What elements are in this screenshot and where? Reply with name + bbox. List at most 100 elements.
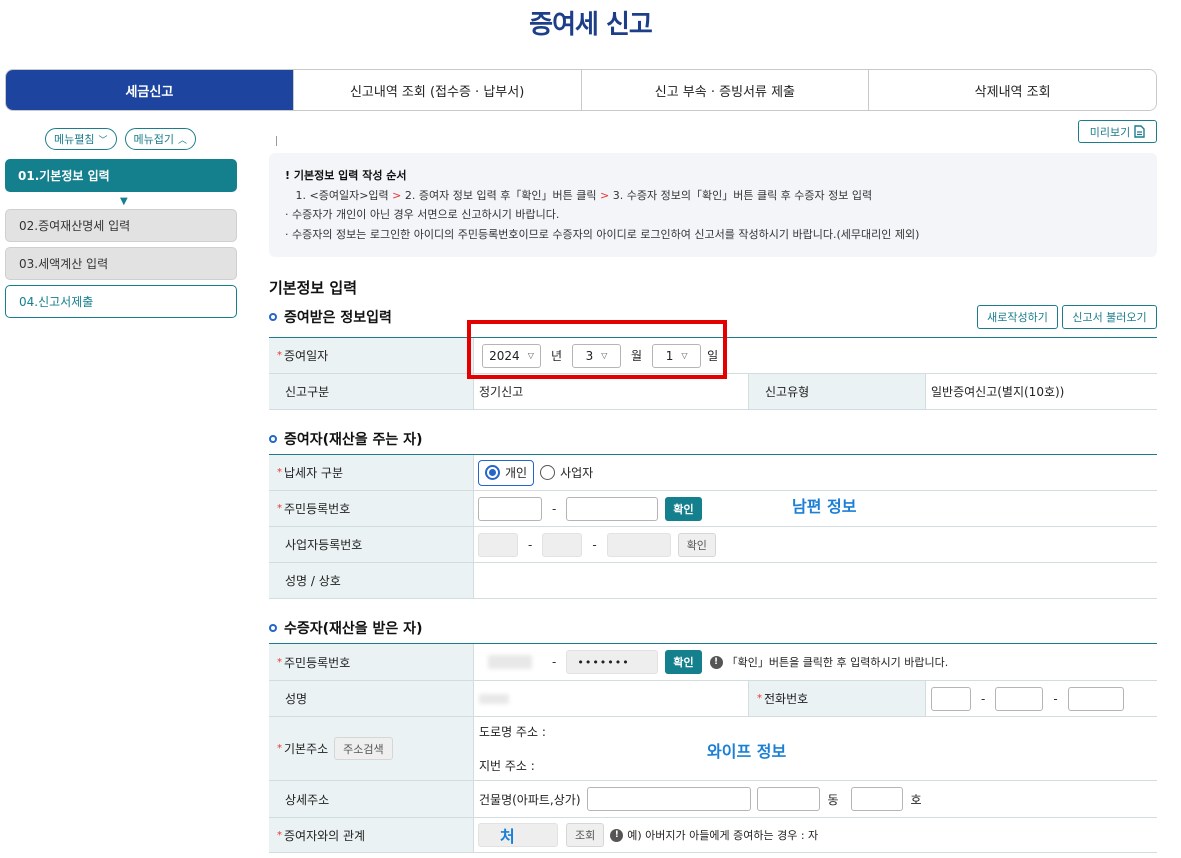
table-row: * 주민등록번호 - 확인: [269, 491, 1157, 527]
dash: -: [552, 501, 557, 516]
address-cell: 도로명 주소 : 지번 주소 :: [474, 717, 1157, 780]
taxpayer-type-cell: 개인 사업자: [474, 455, 1157, 490]
ho-unit: 호: [910, 792, 922, 807]
dong-unit: 동: [827, 792, 839, 807]
sidebar-item-tax-calc[interactable]: 03.세액계산 입력: [5, 247, 237, 280]
report-type-label: 신고구분: [269, 374, 474, 409]
donee-rrn-label: * 주민등록번호: [269, 644, 474, 680]
sidebar-item-gift-property[interactable]: 02.증여재산명세 입력: [5, 209, 237, 242]
menu-toggle-group: 메뉴펼침 ﹀ 메뉴접기 ︿: [45, 128, 196, 150]
table-row: 신고구분 정기신고 신고유형 일반증여신고(별지(10호)): [269, 374, 1157, 410]
gift-date-label: * 증여일자: [269, 338, 474, 373]
donor-name-value: [474, 563, 1157, 598]
confirm-hint: 「확인」버튼을 클릭한 후 입력하시기 바랍니다.: [726, 656, 949, 669]
notice-title: ! 기본정보 입력 작성 순서: [285, 169, 407, 182]
donor-confirm-button[interactable]: 확인: [665, 496, 702, 521]
donee-confirm-button[interactable]: 확인: [665, 650, 702, 674]
road-address-label: 도로명 주소 :: [479, 725, 546, 739]
bullet-icon: [269, 313, 277, 321]
sidebar-item-basic-info[interactable]: 01.기본정보 입력: [5, 159, 237, 192]
load-report-button[interactable]: 신고서 불러오기: [1062, 305, 1157, 329]
phone-label: * 전화번호: [749, 681, 926, 716]
info-icon: !: [610, 828, 624, 842]
donor-heading: 증여자(재산을 주는 자): [269, 429, 422, 449]
step-arrow-icon: ▼: [120, 196, 128, 207]
report-kind-label: 신고유형: [749, 374, 926, 409]
preview-button[interactable]: 미리보기: [1078, 120, 1157, 143]
redacted-value: [488, 655, 532, 669]
dash: -: [1053, 691, 1058, 706]
table-row: 성명 / 상호: [269, 563, 1157, 599]
dash: -: [552, 655, 557, 669]
phone-input-2[interactable]: [995, 686, 1044, 711]
report-type-value: 정기신고: [474, 374, 749, 409]
donor-rrn-back-input[interactable]: [566, 496, 659, 521]
label-text: 증여자와의 관계: [284, 828, 366, 843]
tab-deleted-history[interactable]: 삭제내역 조회: [868, 70, 1156, 110]
phone-cell: - -: [926, 681, 1157, 716]
building-label: 건물명(아파트,상가): [479, 792, 581, 807]
radio-label: 개인: [505, 466, 528, 480]
label-text: 주민등록번호: [284, 502, 351, 516]
detail-address-cell: 건물명(아파트,상가) 동 호: [474, 781, 1157, 817]
gift-info-subtitle: 증여받은 정보입력: [284, 310, 392, 326]
notice-steps: 1. <증여일자>입력 > 2. 증여자 정보 입력 후「확인」버튼 클릭 > …: [285, 186, 1141, 206]
radio-checked-icon: [485, 465, 500, 480]
radio-unchecked-icon: [540, 465, 556, 480]
dong-input[interactable]: [756, 787, 820, 811]
table-row: * 납세자 구분 개인 사업자: [269, 455, 1157, 491]
notice-box: ! 기본정보 입력 작성 순서 1. <증여일자>입력 > 2. 증여자 정보 …: [269, 153, 1157, 257]
table-row: 사업자등록번호 - - 확인: [269, 527, 1157, 563]
menu-expand-button[interactable]: 메뉴펼침 ﹀: [45, 128, 117, 150]
biz-no-input-1[interactable]: [478, 532, 518, 557]
report-kind-value: 일반증여신고(별지(10호)): [931, 385, 1065, 399]
relation-label: * 증여자와의 관계: [269, 818, 474, 852]
donee-rrn-cell: - ••••••• 확인 ! 「확인」버튼을 클릭한 후 입력하시기 바랍니다.: [474, 644, 1157, 680]
sidebar-item-submit[interactable]: 04.신고서제출: [5, 285, 237, 318]
address-search-button[interactable]: 주소검색: [334, 737, 393, 760]
notice-arrow: >: [600, 188, 610, 202]
table-row: 상세주소 건물명(아파트,상가) 동 호: [269, 781, 1157, 818]
donee-name-label: 성명: [269, 681, 474, 716]
radio-individual[interactable]: 개인: [478, 459, 535, 486]
tab-attachments[interactable]: 신고 부속 · 증빙서류 제출: [580, 70, 869, 110]
ho-input[interactable]: [850, 787, 903, 811]
notice-step1: 1. <증여일자>입력: [295, 188, 389, 202]
label-text: 증여일자: [284, 349, 329, 363]
donee-rrn-front-input: [478, 645, 542, 679]
biz-no-cell: - - 확인: [474, 527, 1157, 562]
table-row: * 증여자와의 관계 처 조회 ! 예) 아버지가 아들에게 증여하는 경우 : …: [269, 818, 1157, 853]
building-input[interactable]: [586, 787, 751, 811]
new-report-button[interactable]: 새로작성하기: [977, 305, 1058, 329]
address-label: * 기본주소 주소검색: [269, 717, 474, 780]
donor-table: * 납세자 구분 개인 사업자 * 주민등록번호 - 확인 사업자등록번호 - - …: [269, 454, 1157, 599]
relation-lookup-button[interactable]: 조회: [566, 823, 605, 847]
document-icon: [1134, 125, 1145, 138]
page-title: 증여세 신고: [529, 10, 653, 40]
notice-step2: 2. 증여자 정보 입력 후「확인」버튼 클릭: [404, 188, 597, 202]
gift-info-heading: 증여받은 정보입력: [269, 307, 392, 327]
tab-tax-report[interactable]: 세금신고: [6, 70, 293, 110]
phone-input-3[interactable]: [1067, 686, 1124, 711]
donee-rrn-back-input: •••••••: [566, 650, 659, 674]
tab-report-history[interactable]: 신고내역 조회 (접수증 · 납부서): [292, 70, 581, 110]
taxpayer-type-label: * 납세자 구분: [269, 455, 474, 490]
biz-no-input-3[interactable]: [606, 532, 671, 557]
relation-input[interactable]: 처: [478, 823, 558, 847]
biz-no-label: 사업자등록번호: [269, 527, 474, 562]
radio-business[interactable]: 사업자: [534, 460, 599, 486]
phone-input-1[interactable]: [931, 686, 971, 711]
required-mark: *: [277, 656, 282, 668]
label-text: 주민등록번호: [284, 655, 351, 670]
biz-no-input-2[interactable]: [542, 532, 583, 557]
radio-label: 사업자: [560, 466, 594, 480]
preview-label: 미리보기: [1089, 125, 1131, 139]
menu-collapse-button[interactable]: 메뉴접기 ︿: [124, 128, 196, 150]
section-title: 기본정보 입력: [269, 279, 358, 297]
table-row: 성명 * 전화번호 - -: [269, 681, 1157, 717]
donor-rrn-front-input[interactable]: [478, 496, 542, 521]
wife-annotation: 와이프 정보: [707, 742, 787, 761]
highlight-box: [467, 320, 727, 379]
biz-confirm-button[interactable]: 확인: [677, 532, 716, 557]
required-mark: *: [757, 693, 762, 704]
